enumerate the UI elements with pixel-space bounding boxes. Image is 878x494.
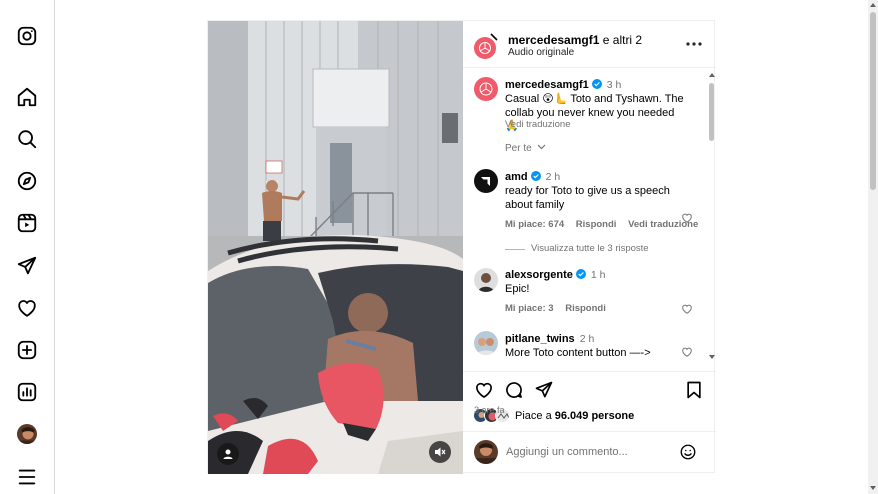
scroll-thumb[interactable]	[709, 83, 714, 141]
post-side-panel: mercedesamgf1 e altri 2 Audio originale …	[463, 21, 716, 474]
page-scroll-thumb[interactable]	[870, 12, 876, 190]
comment-like-icon[interactable]	[681, 346, 693, 358]
instagram-icon[interactable]	[16, 25, 38, 47]
share-icon[interactable]	[534, 380, 554, 400]
add-comment-bar	[463, 431, 716, 474]
header-username[interactable]: mercedesamgf1	[508, 33, 599, 47]
header-authors[interactable]: mercedesamgf1 e altri 2	[508, 33, 642, 47]
comment-text: ready for Toto to give us a speech about…	[505, 185, 670, 211]
comment-username-row: alexsorgente 1 h	[505, 269, 605, 281]
like-icon[interactable]	[474, 380, 494, 400]
comment-username-row: amd 2 h	[505, 171, 560, 183]
current-user-avatar	[474, 440, 498, 464]
save-icon[interactable]	[684, 380, 704, 400]
header-separator: e	[602, 33, 610, 47]
per-te-label: Per te	[505, 143, 532, 154]
comment-username[interactable]: amd	[505, 171, 528, 183]
post-timestamp[interactable]: 3 ore fa	[474, 405, 505, 415]
page-scroll-up-arrow[interactable]	[870, 3, 876, 7]
profile-avatar[interactable]	[17, 424, 37, 444]
emoji-icon[interactable]	[679, 443, 697, 461]
verified-badge-icon	[575, 269, 586, 279]
sidebar-nav	[0, 0, 55, 494]
comment-likes[interactable]: Mi piace: 674	[505, 219, 564, 230]
verified-badge-icon	[591, 79, 602, 89]
view-replies-button[interactable]: Visualizza tutte le 3 risposte	[531, 243, 649, 254]
comment-likes[interactable]: Mi piace: 3	[505, 303, 554, 314]
page-scroll-down-arrow[interactable]	[870, 486, 876, 490]
verified-badge-icon	[530, 171, 541, 181]
dashboard-icon[interactable]	[16, 381, 38, 403]
comment-reply-button[interactable]: Rispondi	[565, 303, 606, 314]
header-others[interactable]: altri 2	[613, 33, 642, 47]
comment-username[interactable]: alexsorgente	[505, 269, 573, 281]
comment-reply-button[interactable]: Rispondi	[576, 219, 617, 230]
search-icon[interactable]	[16, 128, 38, 150]
likes-prefix: Piace a	[515, 410, 552, 422]
comment-avatar[interactable]	[474, 268, 498, 292]
comment-username[interactable]: pitlane_twins	[505, 333, 575, 345]
messages-icon[interactable]	[16, 255, 38, 277]
scroll-up-arrow[interactable]	[709, 73, 715, 77]
comment-like-icon[interactable]	[681, 303, 693, 315]
explore-icon[interactable]	[16, 170, 38, 192]
likes-text: Piace a 96.049 persone	[515, 410, 634, 422]
comment-icon[interactable]	[504, 380, 524, 400]
comment-username-row: pitlane_twins 2 h	[505, 333, 594, 345]
reel-video[interactable]	[208, 21, 463, 474]
post-viewer: mercedesamgf1 e altri 2 Audio originale …	[207, 20, 716, 474]
page-scrollbar[interactable]	[868, 0, 878, 494]
likes-count[interactable]: 96.049 persone	[555, 410, 635, 422]
caption-username[interactable]: mercedesamgf1	[505, 79, 589, 91]
post-actions: Piace a 96.049 persone	[463, 371, 716, 426]
comment-avatar[interactable]	[474, 331, 498, 355]
comment-meta: Mi piace: 3 Rispondi	[505, 303, 615, 314]
home-icon[interactable]	[16, 86, 38, 108]
audio-label[interactable]: Audio originale	[508, 47, 574, 58]
more-options-icon[interactable]	[685, 37, 703, 51]
menu-icon[interactable]	[16, 466, 38, 488]
muted-speaker-icon	[435, 447, 446, 457]
caption-time: 3 h	[606, 79, 622, 91]
comments-list[interactable]: mercedesamgf1 3 h Casual 😲🫷 Toto and Tysh…	[463, 69, 716, 371]
user-icon	[223, 449, 233, 459]
per-te-filter[interactable]: Per te	[505, 143, 546, 154]
comment-translate-button[interactable]: Vedi traduzione	[628, 219, 698, 230]
notifications-icon[interactable]	[16, 297, 38, 319]
comment-input[interactable]	[506, 442, 666, 462]
caption-avatar[interactable]	[474, 77, 498, 101]
tagged-users-button[interactable]	[217, 443, 239, 465]
comment-avatar[interactable]	[474, 169, 498, 193]
replies-divider	[505, 249, 525, 250]
scroll-down-arrow[interactable]	[709, 355, 715, 359]
comment-meta: Mi piace: 674 Rispondi Vedi traduzione	[505, 219, 707, 230]
create-icon[interactable]	[16, 339, 38, 361]
comment-time: 1 h	[590, 269, 606, 281]
comment-text: More Toto content button —->	[505, 347, 651, 359]
mute-button[interactable]	[429, 441, 451, 463]
post-header: mercedesamgf1 e altri 2 Audio originale	[463, 21, 716, 68]
caption-see-translation[interactable]: Vedi traduzione	[505, 119, 571, 130]
comments-scrollbar[interactable]	[707, 71, 716, 369]
comment-time: 2 h	[579, 333, 595, 345]
chevron-down-icon	[538, 144, 546, 150]
video-frame	[208, 21, 463, 474]
reels-icon[interactable]	[16, 212, 38, 234]
comment-time: 2 h	[545, 171, 561, 183]
comment-text: Epic!	[505, 283, 530, 295]
collab-icon	[490, 33, 498, 41]
caption-username-row: mercedesamgf1 3 h	[505, 79, 621, 91]
